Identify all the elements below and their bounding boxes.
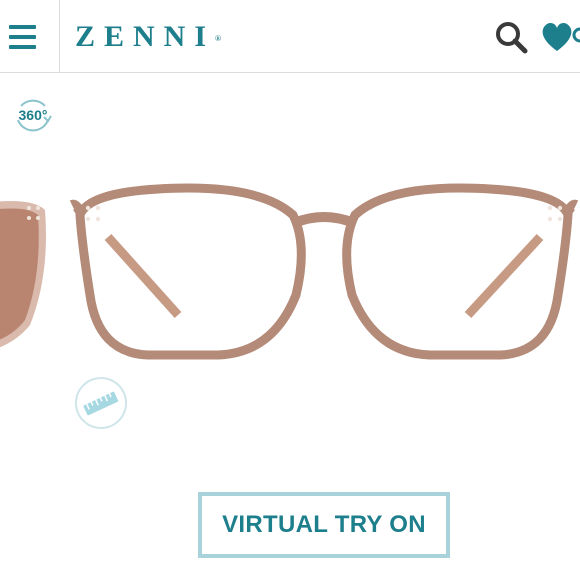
virtual-try-on-button[interactable]: VIRTUAL TRY ON xyxy=(198,492,450,558)
logo-registered-mark: ® xyxy=(215,34,222,43)
view-360-button[interactable]: 360° xyxy=(13,96,53,136)
badge-360-label: 360° xyxy=(18,107,48,123)
logo-text: ZENNI xyxy=(75,20,216,53)
previous-product-image[interactable] xyxy=(0,185,50,360)
hamburger-menu-icon[interactable] xyxy=(0,0,60,72)
product-image-glasses[interactable] xyxy=(68,175,580,365)
zenni-logo[interactable]: ZENNI® xyxy=(75,20,221,54)
search-icon[interactable] xyxy=(494,20,528,54)
ruler-icon xyxy=(75,377,127,429)
heart-icon[interactable] xyxy=(540,20,580,54)
top-navigation-bar: ZENNI® xyxy=(0,0,580,73)
size-measure-button[interactable] xyxy=(74,376,128,430)
